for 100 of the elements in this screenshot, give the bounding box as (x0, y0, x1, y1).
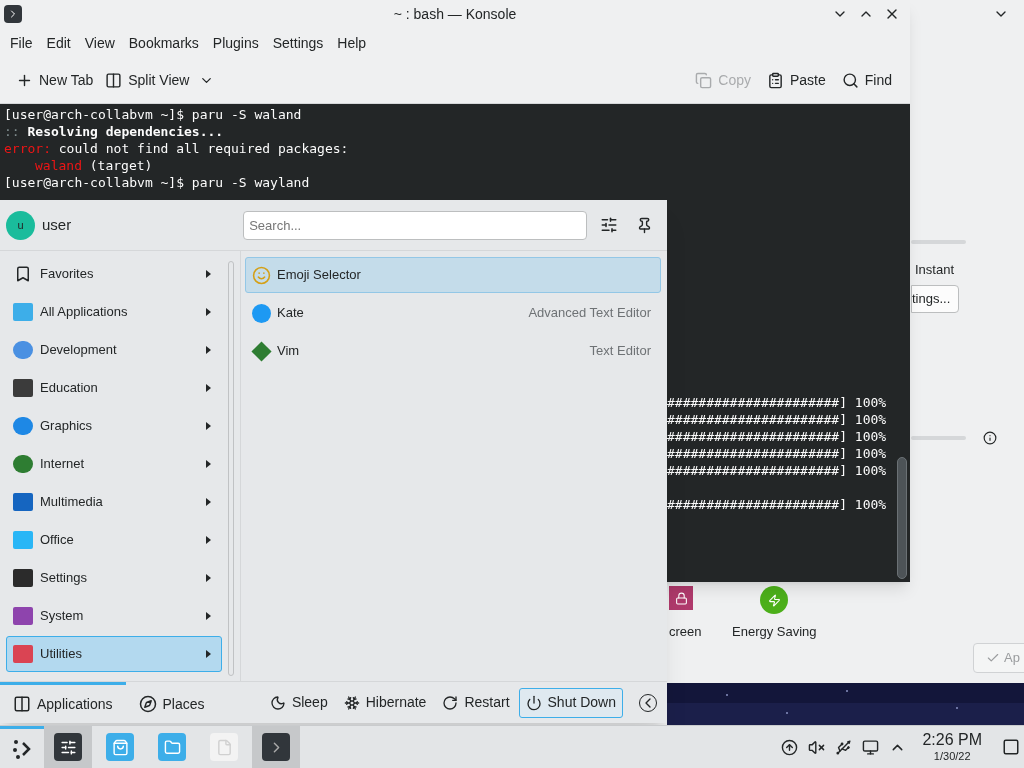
category-icon (12, 453, 34, 475)
terminal-line: :: Resolving dependencies... (4, 123, 225, 140)
search-icon (841, 72, 859, 89)
smiley-icon (252, 265, 271, 285)
terminal-line: ######################] 100% (667, 445, 887, 462)
usb-icon[interactable] (835, 738, 853, 756)
submenu-arrow-icon (206, 536, 211, 544)
terminal-icon (262, 733, 290, 761)
submenu-arrow-icon (206, 612, 211, 620)
power-button[interactable]: Shut Down (518, 687, 623, 718)
category-item[interactable]: Multimedia (6, 484, 222, 520)
category-icon (12, 415, 34, 437)
window-title: ~ : bash — Konsole (393, 4, 517, 24)
clock[interactable]: 2:26 PM 1/30/22 (916, 732, 988, 762)
update-icon[interactable] (781, 738, 799, 756)
category-item[interactable]: Development (6, 332, 222, 368)
task-button[interactable] (44, 725, 92, 768)
app-description: Text Editor (589, 342, 651, 361)
menu-item[interactable]: File (3, 32, 40, 54)
shopping-bag-icon (106, 733, 134, 761)
check-icon (986, 651, 1000, 665)
terminal-line: ######################] 100% (667, 428, 887, 445)
category-item[interactable]: Office (6, 522, 222, 558)
menu-item[interactable]: Bookmarks (121, 32, 206, 54)
app-item[interactable]: Emoji Selector (245, 257, 661, 293)
submenu-arrow-icon (206, 384, 211, 392)
energy-icon (760, 586, 788, 614)
snowflake-icon (343, 694, 360, 711)
submenu-arrow-icon (206, 308, 211, 316)
power-icon (525, 694, 542, 711)
show-desktop-icon[interactable] (1002, 738, 1020, 756)
submenu-arrow-icon (206, 650, 211, 658)
settings-button[interactable]: tings... (911, 285, 959, 313)
toolbar-button[interactable]: Paste (758, 65, 834, 96)
grid-icon (13, 695, 31, 713)
document-icon (210, 733, 238, 761)
terminal-line: ######################] 100% (667, 462, 887, 479)
terminal-line: ######################] 100% (667, 394, 887, 411)
category-icon (12, 491, 34, 513)
terminal-line: waland (target) (34, 157, 154, 174)
folder-icon (158, 733, 186, 761)
submenu-arrow-icon (206, 422, 211, 430)
category-item[interactable]: Internet (6, 446, 222, 482)
app-description: Advanced Text Editor (528, 304, 651, 323)
search-field[interactable]: Search... (243, 210, 588, 240)
category-item[interactable]: Favorites (6, 256, 222, 292)
scrollbar-handle[interactable] (897, 457, 907, 579)
toolbar-button[interactable]: Split View (99, 65, 221, 96)
terminal-line: error: could not find all required packages: (4, 140, 350, 157)
settings-icon[interactable] (600, 216, 619, 234)
launcher-icon (11, 737, 33, 760)
app-icon (252, 303, 271, 323)
footer-tab[interactable]: Places (125, 681, 218, 724)
avatar[interactable]: u (6, 210, 35, 240)
category-item[interactable]: Graphics (6, 408, 222, 444)
category-icon (12, 567, 34, 589)
category-icon (12, 301, 34, 323)
terminal-line: ######################] 100% (667, 411, 887, 428)
toolbar-button[interactable]: New Tab (10, 65, 100, 96)
user-name: user (42, 214, 72, 235)
terminal-line: ######################] 100% (667, 496, 887, 513)
toolbox-icon (12, 643, 34, 665)
category-icon (12, 377, 34, 399)
menu-item[interactable]: Plugins (205, 32, 266, 54)
setting-label: creen (669, 623, 702, 641)
restart-icon (442, 694, 459, 711)
task-button[interactable] (252, 725, 300, 768)
category-item[interactable]: Utilities (6, 636, 222, 672)
submenu-arrow-icon (206, 498, 211, 506)
menu-item[interactable]: Help (330, 32, 374, 54)
submenu-arrow-icon (206, 270, 211, 278)
category-icon (12, 529, 34, 551)
category-item[interactable]: Education (6, 370, 222, 406)
category-item[interactable]: Settings (6, 560, 222, 596)
split-icon (105, 72, 123, 89)
menu-item[interactable]: View (77, 32, 122, 54)
power-button[interactable]: Sleep (262, 687, 335, 718)
info-icon[interactable] (983, 431, 997, 445)
submenu-arrow-icon (206, 574, 211, 582)
power-button[interactable]: Hibernate (336, 687, 434, 718)
category-icon (12, 339, 34, 361)
category-item[interactable]: System (6, 598, 222, 634)
copy-icon (695, 72, 713, 89)
submenu-arrow-icon (206, 346, 211, 354)
menu-item[interactable]: Edit (39, 32, 78, 54)
settings-icon (54, 733, 82, 761)
app-item[interactable]: Kate Advanced Text Editor (245, 295, 661, 331)
category-icon (12, 605, 34, 627)
terminal-line: [user@arch-collabvm ~]$ paru -S waland (4, 106, 303, 123)
lock-screen-icon (669, 586, 693, 610)
toolbar-button[interactable]: Find (833, 65, 900, 96)
category-item[interactable]: All Applications (6, 294, 222, 330)
muted-volume-icon[interactable] (808, 738, 826, 756)
app-item[interactable]: Vim Text Editor (245, 333, 661, 369)
submenu-arrow-icon (206, 460, 211, 468)
compass-icon (138, 695, 157, 713)
power-button[interactable]: Restart (435, 687, 517, 718)
slider-label: Instant (915, 261, 955, 279)
menu-item[interactable]: Settings (265, 32, 331, 54)
bookmark-icon (14, 265, 32, 283)
